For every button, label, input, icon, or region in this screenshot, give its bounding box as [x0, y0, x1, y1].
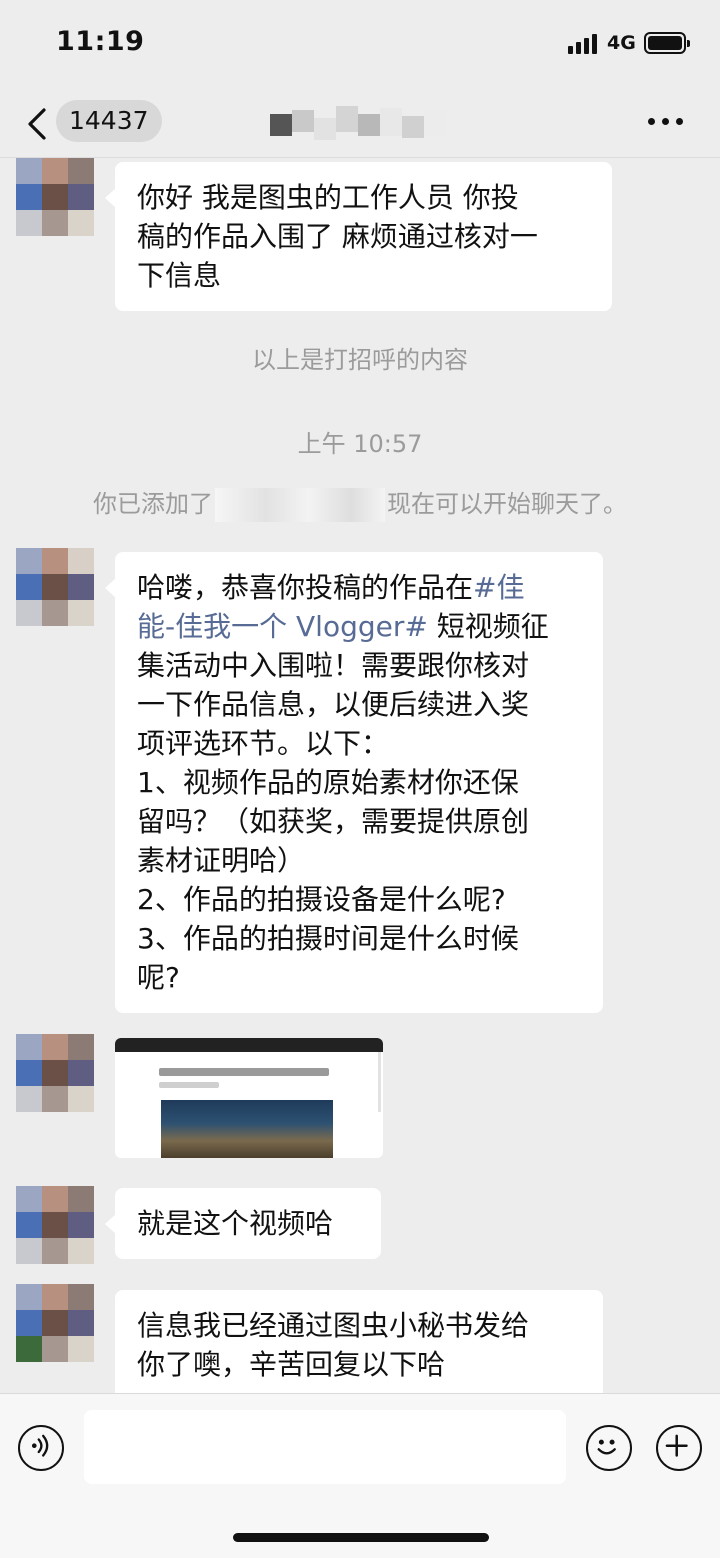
- message-line: 留吗？（如获奖，需要提供原创: [137, 805, 530, 838]
- screenshot-scrollbar: [378, 1052, 381, 1112]
- message-line: 项评选环节。以下：: [137, 727, 390, 760]
- system-note: 以上是打招呼的内容: [252, 346, 468, 374]
- message-bubble[interactable]: 信息我已经通过图虫小秘书发给 你了噢，辛苦回复以下哈: [115, 1290, 603, 1393]
- message-bubble[interactable]: 你好 我是图虫的工作人员 你投 稿的作品入围了 麻烦通过核对一 下信息: [105, 162, 612, 311]
- battery-icon: [644, 32, 690, 54]
- friend-added-prefix: 你已添加了: [93, 490, 213, 518]
- voice-icon[interactable]: [18, 1425, 64, 1471]
- hashtag-link[interactable]: #佳: [473, 571, 524, 604]
- timestamp: 上午 10:57: [297, 430, 423, 458]
- avatar[interactable]: [16, 1284, 94, 1362]
- chat-title-pixelated: [270, 106, 446, 140]
- message-input[interactable]: [84, 1410, 566, 1484]
- message-line: 呢?: [137, 961, 180, 994]
- more-dots-icon[interactable]: [648, 106, 692, 136]
- message-bubble[interactable]: 就是这个视频哈: [105, 1188, 381, 1259]
- message-line: 你好 我是图虫的工作人员 你投: [137, 181, 519, 214]
- message-line: 2、作品的拍摄设备是什么呢?: [137, 883, 506, 916]
- chat-header: 14437: [0, 92, 720, 158]
- avatar[interactable]: [16, 1034, 94, 1112]
- shared-screenshot-image[interactable]: [115, 1038, 383, 1158]
- network-type: 4G: [607, 32, 636, 54]
- signal-icon: [568, 34, 600, 54]
- message-line: 素材证明哈）: [137, 844, 306, 877]
- message-line: 一下作品信息，以便后续进入奖: [137, 688, 530, 721]
- plus-icon[interactable]: [656, 1425, 702, 1471]
- screenshot-heading: [159, 1068, 329, 1076]
- message-line: 集活动中入围啦！需要跟你核对: [137, 649, 530, 682]
- message-line: 信息我已经通过图虫小秘书发给: [137, 1309, 530, 1342]
- message-line: 1、视频作品的原始素材你还保: [137, 766, 519, 799]
- message-line: 稿的作品入围了 麻烦通过核对一: [137, 220, 538, 253]
- hashtag-link[interactable]: 能-佳我一个 Vlogger#: [137, 610, 428, 643]
- message-line: 哈喽，恭喜你投稿的作品在#佳: [137, 568, 581, 607]
- message-line: 就是这个视频哈: [137, 1207, 334, 1240]
- home-indicator: [233, 1533, 489, 1542]
- emoji-icon[interactable]: [586, 1425, 632, 1471]
- chevron-left-icon[interactable]: [24, 106, 54, 140]
- video-thumbnail: [161, 1100, 333, 1158]
- message-line: 3、作品的拍摄时间是什么时候: [137, 922, 519, 955]
- unread-count-badge[interactable]: 14437: [56, 100, 162, 142]
- avatar[interactable]: [16, 158, 94, 236]
- screenshot-subheading: [159, 1082, 219, 1088]
- message-text: 哈喽，恭喜你投稿的作品在: [137, 571, 474, 604]
- screenshot-topbar: [115, 1038, 383, 1052]
- message-line: 你了噢，辛苦回复以下哈: [137, 1348, 446, 1381]
- message-text: 短视频征: [427, 610, 549, 643]
- avatar[interactable]: [16, 548, 94, 626]
- message-bubble[interactable]: 哈喽，恭喜你投稿的作品在#佳 能-佳我一个 Vlogger# 短视频征 集活动中…: [105, 552, 603, 1013]
- blurred-name: [215, 488, 385, 522]
- status-bar: 11:19 4G: [0, 0, 720, 90]
- message-line: 能-佳我一个 Vlogger# 短视频征: [137, 607, 581, 646]
- friend-added-notice: 你已添加了 现在可以开始聊天了。: [0, 484, 720, 522]
- friend-added-suffix: 现在可以开始聊天了。: [387, 490, 627, 518]
- status-time: 11:19: [56, 26, 145, 57]
- avatar[interactable]: [16, 1186, 94, 1264]
- message-line: 下信息: [137, 259, 222, 292]
